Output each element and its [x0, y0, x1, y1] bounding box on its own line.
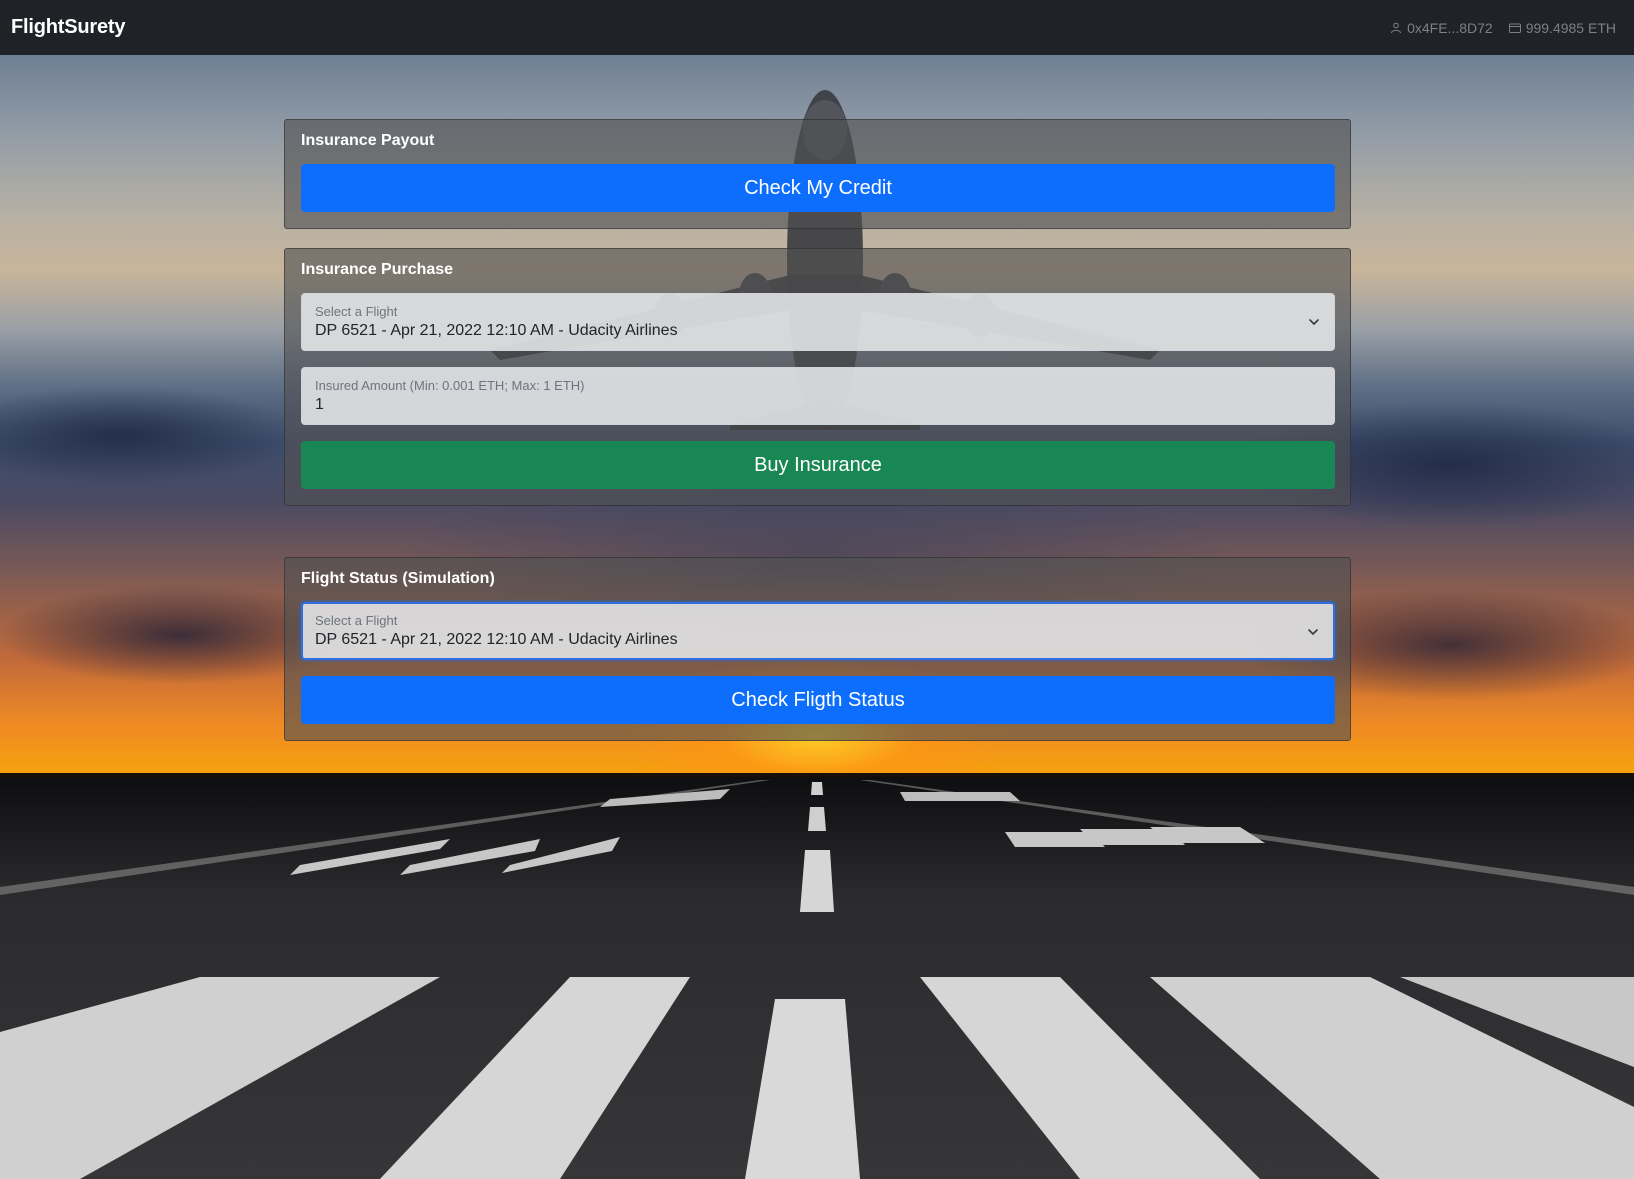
person-icon	[1391, 22, 1402, 33]
purchase-flight-select-label: Select a Flight	[315, 304, 398, 319]
wallet-icon	[1508, 23, 1521, 33]
check-my-credit-button[interactable]: Check My Credit	[301, 164, 1335, 212]
chevron-down-icon	[1308, 629, 1318, 635]
flight-status-title: Flight Status (Simulation)	[301, 570, 495, 587]
flight-status-card: Flight Status (Simulation) Select a Flig…	[284, 557, 1351, 741]
brand-title[interactable]: FlightSurety	[11, 16, 125, 39]
insured-amount-value: 1	[315, 396, 324, 413]
insured-amount-input[interactable]: Insured Amount (Min: 0.001 ETH; Max: 1 E…	[301, 367, 1335, 425]
purchase-flight-select-value: DP 6521 - Apr 21, 2022 12:10 AM - Udacit…	[315, 322, 678, 339]
account-address: 0x4FE...8D72	[1390, 20, 1493, 36]
status-flight-select-label: Select a Flight	[315, 613, 398, 628]
insurance-payout-title: Insurance Payout	[301, 132, 435, 149]
top-navbar: FlightSurety 0x4FE...8D72 999.4985 ETH	[0, 0, 1634, 55]
status-flight-select[interactable]: Select a Flight DP 6521 - Apr 21, 2022 1…	[301, 602, 1335, 660]
insurance-payout-card: Insurance Payout Check My Credit	[284, 119, 1351, 229]
insurance-purchase-title: Insurance Purchase	[301, 261, 454, 278]
buy-insurance-button[interactable]: Buy Insurance	[301, 441, 1335, 489]
chevron-down-icon	[1309, 319, 1319, 325]
purchase-flight-select[interactable]: Select a Flight DP 6521 - Apr 21, 2022 1…	[301, 293, 1335, 351]
status-flight-select-value: DP 6521 - Apr 21, 2022 12:10 AM - Udacit…	[315, 631, 678, 648]
account-balance-text: 999.4985 ETH	[1525, 19, 1616, 36]
account-address-text: 0x4FE...8D72	[1407, 19, 1493, 36]
runway-image	[0, 777, 1634, 1179]
account-info: 0x4FE...8D72 999.4985 ETH	[1390, 20, 1616, 36]
insured-amount-label: Insured Amount (Min: 0.001 ETH; Max: 1 E…	[315, 378, 585, 393]
account-balance: 999.4985 ETH	[1508, 19, 1616, 36]
check-flight-status-button[interactable]: Check Fligth Status	[301, 676, 1335, 724]
insurance-purchase-card: Insurance Purchase Select a Flight DP 65…	[284, 248, 1351, 506]
